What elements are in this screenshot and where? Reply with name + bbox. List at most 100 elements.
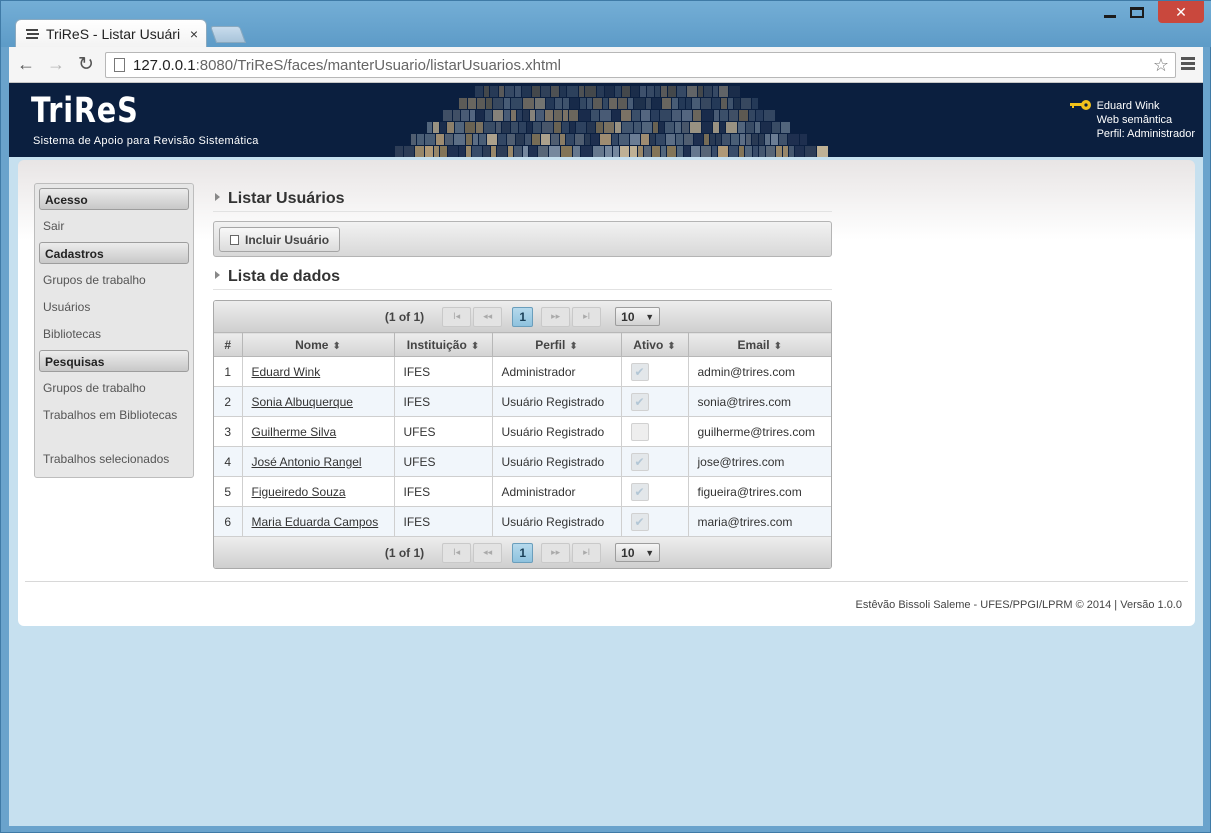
- cell-ativo: ✔: [621, 446, 689, 477]
- cell-perfil: Usuário Registrado: [492, 416, 622, 447]
- column-header-perfil[interactable]: Perfil ⬍: [492, 332, 622, 357]
- prev-page-button[interactable]: ◂◂: [473, 306, 503, 327]
- collapse-triangle-icon: [215, 271, 220, 280]
- browser-toolbar: ← → ↻ 127.0.0.1:8080/TriReS/faces/manter…: [9, 47, 1203, 83]
- header-row: # Nome ⬍ Instituição ⬍ Perfil ⬍ Ativo ⬍ Emai…: [214, 332, 831, 357]
- sidebar-item-usuarios[interactable]: Usuários: [39, 296, 189, 323]
- sidebar-section-cadastros[interactable]: Cadastros: [39, 242, 189, 264]
- cell-perfil: Administrador: [492, 356, 622, 387]
- first-page-button[interactable]: I◂: [442, 306, 472, 327]
- new-tab-button[interactable]: [209, 26, 247, 43]
- forward-arrow-icon[interactable]: →: [45, 53, 67, 75]
- sidebar-item-grupos-cadastro[interactable]: Grupos de trabalho: [39, 269, 189, 296]
- table-row[interactable]: 3 Guilherme Silva UFES Usuário Registrado gu…: [214, 416, 831, 447]
- bookmark-star-icon[interactable]: ☆: [1153, 55, 1169, 76]
- last-page-button[interactable]: ▸I: [572, 306, 602, 327]
- table-row[interactable]: 6 Maria Eduarda Campos IFES Usuário Registr…: [214, 506, 831, 537]
- cell-nome-link[interactable]: Figueiredo Souza: [242, 476, 395, 507]
- cell-instituicao: IFES: [394, 386, 493, 417]
- browser-tab[interactable]: TriReS - Listar Usuári ×: [15, 19, 207, 47]
- users-table: (1 of 1) I◂ ◂◂ 1 ▸▸ ▸I 10 ▼ # Nome ⬍ Insti…: [213, 300, 832, 569]
- footer-credits: Estêvão Bissoli Saleme - UFES/PPGI/LPRM …: [855, 599, 1182, 611]
- url-text: 127.0.0.1:8080/TriReS/faces/manterUsuari…: [133, 56, 561, 74]
- page-icon: [114, 58, 125, 72]
- page-report: (1 of 1): [384, 545, 425, 560]
- dropdown-arrow-icon: ▼: [645, 547, 655, 558]
- sidebar-item-bibliotecas[interactable]: Bibliotecas: [39, 323, 189, 350]
- close-window-button[interactable]: ✕: [1158, 1, 1204, 23]
- sort-icon[interactable]: ⬍: [569, 341, 577, 352]
- sort-icon[interactable]: ⬍: [332, 341, 340, 352]
- cell-number: 6: [214, 506, 243, 537]
- sidebar-section-pesquisas[interactable]: Pesquisas: [39, 350, 189, 372]
- sidebar-section-acesso[interactable]: Acesso: [39, 188, 189, 210]
- sort-icon[interactable]: ⬍: [471, 341, 479, 352]
- key-icon: [1069, 99, 1092, 111]
- banner-books-image: [379, 83, 834, 157]
- cell-ativo: ✔: [621, 386, 689, 417]
- title-bar: TriReS - Listar Usuári × ✕: [1, 1, 1211, 47]
- page-1-button[interactable]: 1: [512, 306, 534, 327]
- sidebar-item-sair[interactable]: Sair: [39, 215, 189, 242]
- cell-perfil: Administrador: [492, 476, 622, 507]
- site-subtitle: Sistema de Apoio para Revisão Sistemátic…: [33, 135, 259, 147]
- cell-email: guilherme@trires.com: [688, 416, 831, 447]
- footer-divider: [25, 581, 1188, 582]
- cell-perfil: Usuário Registrado: [492, 506, 622, 537]
- content-panel: Acesso Sair Cadastros Grupos de trabalho…: [18, 160, 1195, 626]
- cell-nome-link[interactable]: Eduard Wink: [242, 356, 395, 387]
- first-page-button[interactable]: I◂: [442, 542, 472, 563]
- cell-instituicao: IFES: [394, 476, 493, 507]
- new-document-icon: [230, 234, 239, 245]
- last-page-button[interactable]: ▸I: [572, 542, 602, 563]
- reload-icon[interactable]: ↻: [75, 53, 97, 75]
- dropdown-arrow-icon: ▼: [645, 311, 655, 322]
- column-header-email[interactable]: Email ⬍: [688, 332, 831, 357]
- column-header-number: #: [214, 332, 243, 357]
- add-user-button[interactable]: Incluir Usuário: [219, 227, 340, 252]
- site-logo[interactable]: TriReS: [31, 91, 139, 131]
- active-checkbox: ✔: [630, 512, 649, 531]
- prev-page-button[interactable]: ◂◂: [473, 542, 503, 563]
- cell-nome-link[interactable]: Maria Eduarda Campos: [242, 506, 395, 537]
- paginator-bottom: (1 of 1) I◂ ◂◂ 1 ▸▸ ▸I 10 ▼: [214, 537, 831, 568]
- next-page-button[interactable]: ▸▸: [541, 542, 571, 563]
- cell-instituicao: IFES: [394, 506, 493, 537]
- rows-per-page-select[interactable]: 10 ▼: [615, 543, 661, 562]
- column-header-ativo[interactable]: Ativo ⬍: [621, 332, 689, 357]
- browser-menu-icon[interactable]: [1181, 57, 1195, 72]
- minimize-button[interactable]: [1096, 1, 1123, 23]
- action-toolbar: Incluir Usuário: [213, 221, 832, 257]
- cell-number: 3: [214, 416, 243, 447]
- rows-per-page-select[interactable]: 10 ▼: [615, 307, 661, 326]
- window-controls: ✕: [1096, 1, 1204, 23]
- table-row[interactable]: 1 Eduard Wink IFES Administrador ✔ admin@trir…: [214, 356, 831, 387]
- sidebar-item-grupos-pesquisa[interactable]: Grupos de trabalho: [39, 377, 189, 404]
- maximize-button[interactable]: [1123, 1, 1150, 23]
- table-row[interactable]: 4 José Antonio Rangel UFES Usuário Registra…: [214, 446, 831, 477]
- sort-icon[interactable]: ⬍: [667, 341, 675, 352]
- column-header-instituicao[interactable]: Instituição ⬍: [394, 332, 493, 357]
- cell-ativo: ✔: [621, 506, 689, 537]
- sidebar-item-trabalhos-selecionados[interactable]: Trabalhos selecionados: [39, 448, 189, 467]
- cell-ativo: ✔: [621, 476, 689, 507]
- page-1-button[interactable]: 1: [512, 542, 534, 563]
- cell-nome-link[interactable]: José Antonio Rangel: [242, 446, 395, 477]
- table-row[interactable]: 2 Sonia Albuquerque IFES Usuário Registrado…: [214, 386, 831, 417]
- cell-perfil: Usuário Registrado: [492, 386, 622, 417]
- list-title: Lista de dados: [215, 268, 340, 286]
- sidebar-item-trabalhos-bibliotecas[interactable]: Trabalhos em Bibliotecas: [39, 404, 189, 448]
- paginator-top: (1 of 1) I◂ ◂◂ 1 ▸▸ ▸I 10 ▼: [214, 301, 831, 332]
- page-title: Listar Usuários: [215, 190, 344, 208]
- column-header-nome[interactable]: Nome ⬍: [242, 332, 395, 357]
- back-arrow-icon[interactable]: ←: [15, 53, 37, 75]
- next-page-button[interactable]: ▸▸: [541, 306, 571, 327]
- cell-email: sonia@trires.com: [688, 386, 831, 417]
- table-row[interactable]: 5 Figueiredo Souza IFES Administrador ✔ figue…: [214, 476, 831, 507]
- address-bar[interactable]: 127.0.0.1:8080/TriReS/faces/manterUsuari…: [105, 52, 1176, 78]
- cell-nome-link[interactable]: Sonia Albuquerque: [242, 386, 395, 417]
- cell-nome-link[interactable]: Guilherme Silva: [242, 416, 395, 447]
- sort-icon[interactable]: ⬍: [774, 341, 782, 352]
- tab-close-icon[interactable]: ×: [190, 26, 198, 42]
- cell-perfil: Usuário Registrado: [492, 446, 622, 477]
